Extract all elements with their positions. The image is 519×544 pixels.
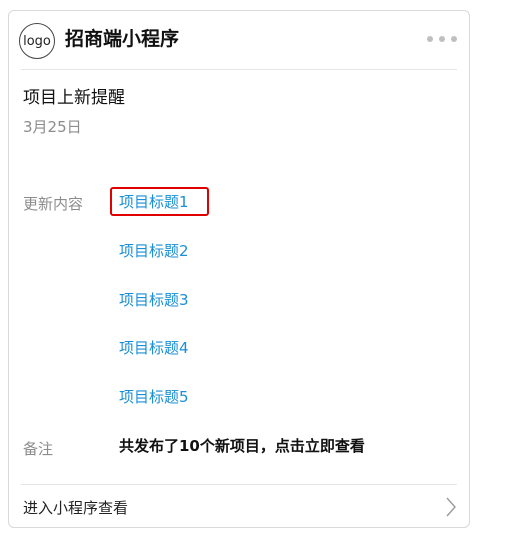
- update-content-label: 更新内容: [23, 195, 84, 213]
- open-mini-program-button[interactable]: 进入小程序查看: [9, 485, 469, 529]
- note-label: 备注: [23, 440, 54, 458]
- logo-text: logo: [23, 33, 51, 49]
- message-title: 项目上新提醒: [23, 88, 125, 108]
- project-link-4[interactable]: 项目标题4: [119, 336, 189, 360]
- project-link-1[interactable]: 项目标题1: [119, 190, 189, 214]
- project-link-2[interactable]: 项目标题2: [119, 239, 189, 263]
- project-link-3[interactable]: 项目标题3: [119, 288, 189, 312]
- note-text: 共发布了10个新项目，点击立即查看: [119, 437, 365, 455]
- app-name: 招商端小程序: [65, 28, 180, 50]
- header-divider: [21, 69, 457, 70]
- app-logo: logo: [19, 23, 55, 59]
- footer-label: 进入小程序查看: [23, 499, 129, 517]
- project-link-5[interactable]: 项目标题5: [119, 385, 189, 409]
- more-dots-icon[interactable]: [427, 31, 457, 47]
- message-card: logo 招商端小程序 项目上新提醒 3月25日 更新内容 项目标题1 项目标题…: [8, 10, 470, 528]
- card-header: logo 招商端小程序: [9, 11, 469, 69]
- chevron-right-icon: [446, 497, 456, 517]
- message-date: 3月25日: [23, 118, 82, 136]
